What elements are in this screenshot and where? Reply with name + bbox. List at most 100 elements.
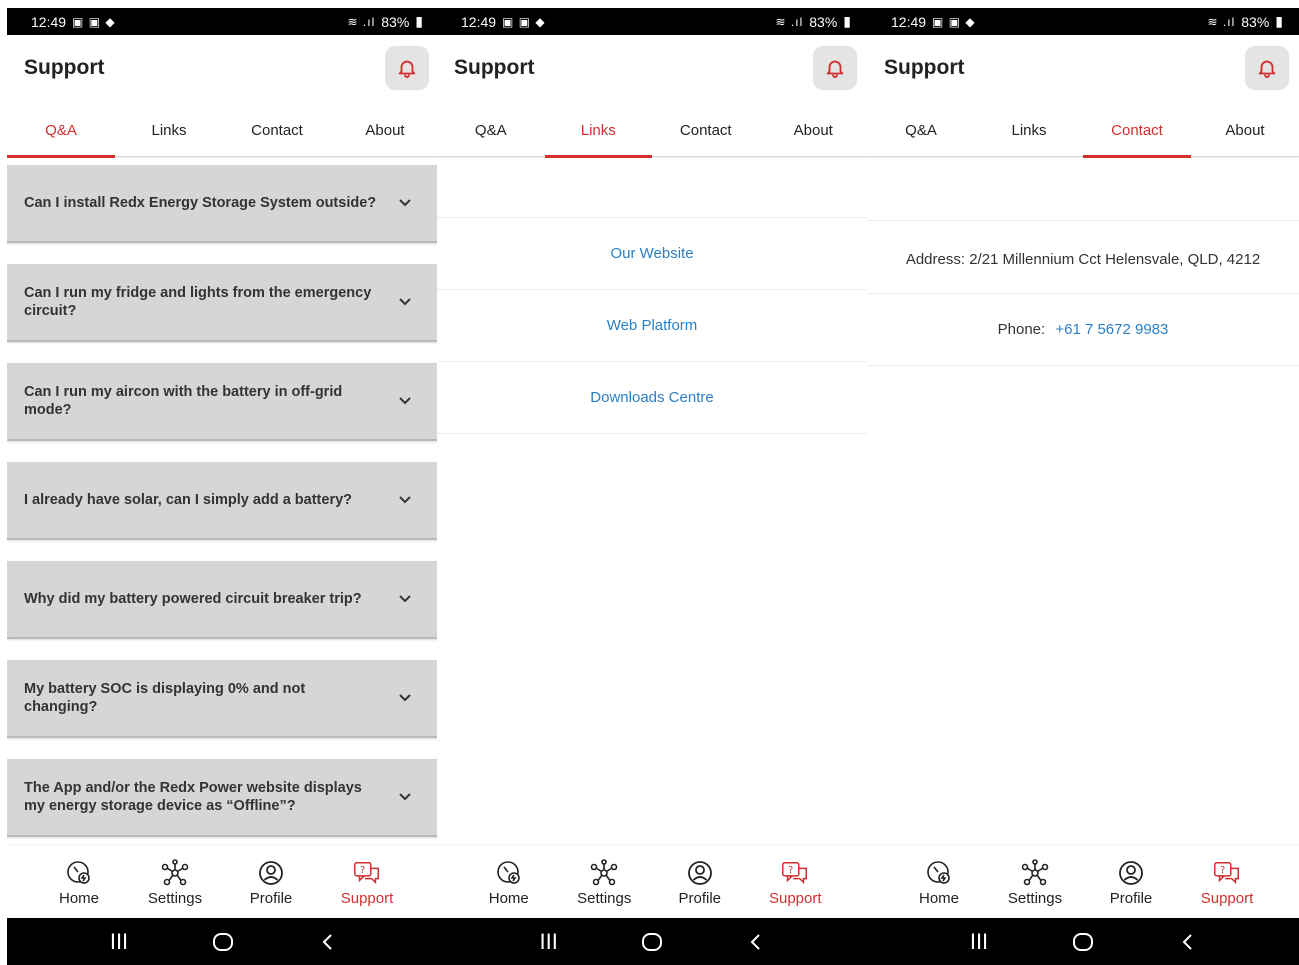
nav-settings[interactable]: Settings: [569, 858, 639, 907]
nav-settings[interactable]: Settings: [140, 858, 210, 907]
chevron-down-icon: [397, 690, 413, 706]
nav-profile[interactable]: Profile: [665, 858, 735, 907]
app-bar: Support: [437, 35, 867, 101]
tab-qa[interactable]: Q&A: [7, 101, 115, 158]
links-list: Our Website Web Platform Downloads Centr…: [437, 158, 867, 846]
svg-text:?: ?: [1220, 865, 1225, 876]
nav-profile-label: Profile: [678, 889, 722, 907]
svg-text:?: ?: [360, 865, 365, 876]
tab-bar: Q&A Links Contact About: [7, 101, 439, 158]
home-system-button[interactable]: [203, 932, 243, 952]
gauge-icon: [64, 858, 94, 888]
system-nav-bar: III: [867, 918, 1299, 965]
gauge-icon: [924, 858, 954, 888]
nav-home[interactable]: Home: [474, 858, 544, 907]
link-downloads-centre[interactable]: Downloads Centre: [437, 362, 867, 434]
battery-icon: ▮: [415, 13, 423, 29]
nav-support[interactable]: ? Support: [1192, 858, 1262, 907]
battery-level: 83%: [381, 13, 410, 30]
chevron-down-icon: [397, 492, 413, 508]
app-bar: Support: [7, 35, 439, 101]
signal-icon: ≋ .ıl: [775, 14, 804, 29]
page-title: Support: [24, 56, 105, 79]
back-button[interactable]: [307, 932, 347, 952]
bell-icon: [826, 60, 844, 79]
nav-support-label: Support: [768, 889, 822, 907]
recents-button[interactable]: III: [529, 929, 569, 955]
screen-qa: 12:49 ▣ ▣ ◆ ≋ .ıl 83% ▮ Support Q&A Link…: [7, 8, 439, 965]
gauge-icon: [494, 858, 524, 888]
page-title: Support: [454, 56, 535, 79]
phone-label: Phone:: [997, 321, 1046, 338]
tab-qa[interactable]: Q&A: [437, 101, 545, 156]
nav-support-label: Support: [340, 889, 394, 907]
battery-icon: ▮: [843, 13, 851, 29]
nav-settings-label: Settings: [577, 889, 632, 907]
nav-profile[interactable]: Profile: [236, 858, 306, 907]
tab-contact[interactable]: Contact: [223, 101, 331, 156]
nav-support[interactable]: ? Support: [332, 858, 402, 907]
notifications-button[interactable]: [813, 46, 857, 90]
tab-links[interactable]: Links: [544, 101, 653, 158]
faq-item[interactable]: Why did my battery powered circuit break…: [7, 561, 439, 639]
faq-item[interactable]: My battery SOC is displaying 0% and not …: [7, 660, 439, 738]
chevron-down-icon: [397, 195, 413, 211]
back-button[interactable]: [1167, 932, 1207, 952]
tab-qa[interactable]: Q&A: [867, 101, 975, 156]
status-time: 12:49: [891, 13, 927, 30]
tab-links[interactable]: Links: [115, 101, 223, 156]
tab-contact[interactable]: Contact: [1083, 101, 1191, 158]
home-system-button[interactable]: [632, 932, 672, 952]
status-bar: 12:49 ▣ ▣ ◆ ≋ .ıl 83% ▮: [7, 8, 439, 35]
bell-icon: [398, 60, 416, 79]
tab-about[interactable]: About: [1191, 101, 1299, 156]
bottom-nav: Home Settings Profile ? Support: [7, 846, 439, 918]
nav-home[interactable]: Home: [44, 858, 114, 907]
nav-settings[interactable]: Settings: [1000, 858, 1070, 907]
qa-list: Can I install Redx Energy Storage System…: [7, 158, 439, 846]
phone-number-link[interactable]: +61 7 5672 9983: [1055, 321, 1168, 338]
user-circle-icon: [1116, 858, 1146, 888]
faq-item[interactable]: The App and/or the Redx Power website di…: [7, 759, 439, 837]
recents-button[interactable]: III: [959, 929, 999, 955]
app-bar: Support: [867, 35, 1299, 101]
battery-icon: ▮: [1275, 13, 1283, 29]
nav-settings-label: Settings: [147, 889, 203, 907]
faq-question: My battery SOC is displaying 0% and not …: [24, 681, 306, 715]
contact-panel: Address: 2/21 Millennium Cct Helensvale,…: [867, 158, 1299, 846]
system-nav-bar: III: [437, 918, 867, 965]
chevron-down-icon: [397, 591, 413, 607]
home-system-button[interactable]: [1063, 932, 1103, 952]
faq-question: Why did my battery powered circuit break…: [24, 591, 362, 607]
nav-profile[interactable]: Profile: [1096, 858, 1166, 907]
status-bar: 12:49 ▣ ▣ ◆ ≋ .ıl 83% ▮: [867, 8, 1299, 35]
nav-home[interactable]: Home: [904, 858, 974, 907]
tab-about[interactable]: About: [760, 101, 868, 156]
faq-item[interactable]: Can I run my fridge and lights from the …: [7, 264, 439, 342]
help-chat-icon: ?: [1212, 858, 1242, 888]
recents-button[interactable]: III: [99, 929, 139, 955]
notifications-button[interactable]: [1245, 46, 1289, 90]
faq-item[interactable]: I already have solar, can I simply add a…: [7, 462, 439, 540]
bell-icon: [1258, 60, 1276, 79]
tab-about[interactable]: About: [331, 101, 439, 156]
faq-question: Can I install Redx Energy Storage System…: [24, 195, 377, 211]
faq-question: Can I run my aircon with the battery in …: [24, 384, 343, 418]
nav-support[interactable]: ? Support: [760, 858, 830, 907]
notification-icons: ▣ ▣ ◆: [502, 14, 546, 29]
tab-bar: Q&A Links Contact About: [867, 101, 1299, 158]
faq-item[interactable]: Can I run my aircon with the battery in …: [7, 363, 439, 441]
screen-links: 12:49 ▣ ▣ ◆ ≋ .ıl 83% ▮ Support Q&A Link…: [437, 8, 867, 965]
faq-question: The App and/or the Redx Power website di…: [24, 780, 362, 814]
faq-item[interactable]: Can I install Redx Energy Storage System…: [7, 165, 439, 243]
back-button[interactable]: [735, 932, 775, 952]
notifications-button[interactable]: [385, 46, 429, 90]
link-our-website[interactable]: Our Website: [437, 218, 867, 290]
tab-links[interactable]: Links: [975, 101, 1083, 156]
link-web-platform[interactable]: Web Platform: [437, 290, 867, 362]
tab-contact[interactable]: Contact: [652, 101, 760, 156]
nav-home-label: Home: [918, 889, 959, 907]
faq-question: Can I run my fridge and lights from the …: [24, 285, 372, 319]
signal-icon: ≋ .ıl: [347, 14, 376, 29]
